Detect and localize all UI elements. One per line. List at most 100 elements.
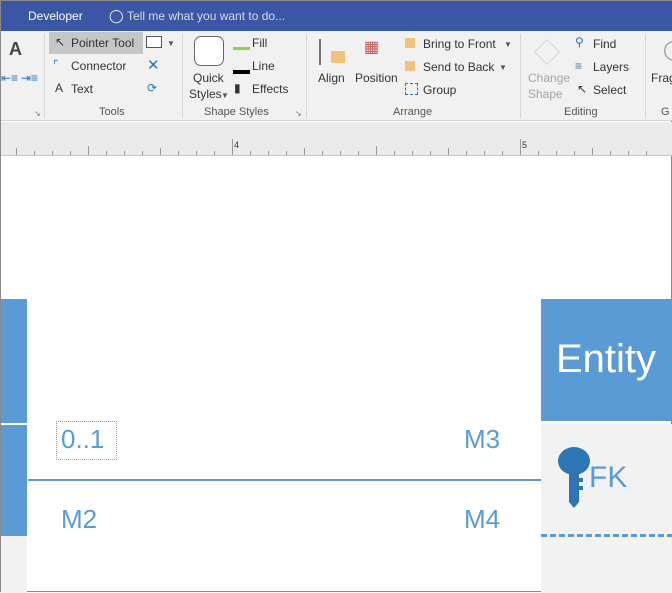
find-button[interactable]: Find [593, 37, 616, 51]
change-shape-button[interactable]: Change [528, 71, 570, 85]
title-bar: Developer ◯ Tell me what you want to do.… [1, 1, 672, 31]
pointer-tool-button[interactable]: ↖ Pointer Tool [49, 32, 143, 54]
left-entity-row[interactable] [1, 425, 27, 536]
position-icon: ▦ [364, 39, 380, 56]
pointer-icon: ↖ [55, 35, 66, 49]
cardinality-label-m2[interactable]: M2 [61, 504, 97, 535]
tab-developer[interactable]: Developer [28, 9, 83, 23]
group-icon [405, 83, 418, 95]
send-to-back-button[interactable]: Send to Back [423, 60, 494, 74]
group-label-arrange: Arrange [393, 106, 433, 118]
lightbulb-icon: ◯ [109, 8, 124, 23]
ruler-tick [358, 151, 359, 155]
change-shape-label: Shape [528, 87, 563, 101]
chevron-down-icon[interactable]: ▼ [167, 39, 175, 48]
text-tool-label: Text [71, 82, 94, 96]
cardinality-label-m4[interactable]: M4 [464, 504, 500, 535]
ruler-tick [448, 148, 449, 155]
line-button[interactable]: Line [252, 59, 275, 73]
entity-title: Entity [556, 337, 657, 381]
ruler-mark: 4 [234, 140, 240, 150]
connector-label: Connector [71, 59, 127, 73]
quick-styles-icon [194, 36, 224, 66]
ruler-tick [196, 151, 197, 155]
fragment-button[interactable]: Frag [651, 71, 672, 85]
connector-icon: ⌜ [53, 58, 59, 72]
ruler-tick [646, 151, 647, 155]
ruler-tick [142, 151, 143, 155]
ruler-tick [592, 148, 593, 155]
horizontal-ruler[interactable]: 4 5 [1, 122, 672, 156]
ruler-tick [340, 151, 341, 155]
ruler-tick [574, 151, 575, 155]
ruler-tick [16, 148, 17, 155]
ruler-tick [106, 151, 107, 155]
layers-icon: ≡ [575, 59, 583, 73]
fill-icon [233, 47, 250, 50]
ruler-tick [160, 148, 161, 155]
relationship-connector[interactable] [28, 479, 541, 481]
ruler-tick [430, 151, 431, 155]
send-to-back-icon [405, 61, 415, 71]
cardinality-label-m3[interactable]: M3 [464, 424, 500, 455]
rectangle-tool-icon[interactable] [146, 36, 162, 48]
ruler-tick [88, 146, 89, 155]
left-entity-body[interactable] [1, 536, 27, 593]
entity-row-separator [541, 534, 672, 537]
layers-button[interactable]: Layers [593, 60, 629, 74]
ruler-tick [394, 151, 395, 155]
delete-connector-icon[interactable]: ✕ [147, 56, 160, 74]
change-shape-icon [534, 39, 560, 65]
effects-button[interactable]: Effects [252, 82, 288, 96]
ruler-tick [52, 151, 53, 155]
line-icon [233, 70, 250, 74]
ruler-tick [286, 151, 287, 155]
ruler-tick [520, 139, 521, 155]
ruler-tick [610, 151, 611, 155]
dialog-launcher-icon[interactable]: ↘ [34, 109, 41, 118]
dialog-launcher-icon[interactable]: ↘ [295, 109, 302, 118]
ruler-tick [628, 151, 629, 155]
group-label-next: G [661, 106, 670, 118]
ruler-mark: 5 [522, 140, 528, 150]
ruler-tick [376, 146, 377, 155]
quick-styles-button[interactable]: Quick [193, 71, 224, 85]
ruler-tick [466, 151, 467, 155]
ruler-tick [232, 139, 233, 155]
fill-button[interactable]: Fill [252, 36, 267, 50]
entity-body[interactable]: FK [541, 424, 672, 593]
ruler-tick [250, 151, 251, 155]
chevron-down-icon: ▼ [221, 91, 229, 100]
group-button[interactable]: Group [423, 83, 456, 97]
ruler-tick [178, 151, 179, 155]
select-icon: ↖ [577, 82, 588, 96]
group-label-tools: Tools [99, 106, 125, 118]
ruler-tick [124, 151, 125, 155]
bring-to-front-button[interactable]: Bring to Front [423, 37, 496, 51]
fragment-icon: ◯ [663, 37, 672, 62]
find-icon: ⚲ [575, 35, 584, 49]
ruler-tick [538, 151, 539, 155]
cardinality-label-0-1[interactable]: 0..1 [61, 424, 104, 455]
effects-icon: ▮ [234, 81, 241, 95]
ruler-tick [214, 151, 215, 155]
ruler-tick [268, 151, 269, 155]
align-button[interactable]: Align [318, 71, 345, 85]
ruler-tick [322, 151, 323, 155]
entity-header[interactable]: Entity [541, 299, 672, 421]
group-label-shape-styles: Shape Styles [204, 106, 269, 118]
decrease-indent-icon[interactable]: ⇤≡ [1, 71, 18, 85]
ruler-tick [304, 148, 305, 155]
font-size-icon[interactable]: A [9, 39, 22, 60]
select-button[interactable]: Select [593, 83, 626, 97]
ruler-tick [412, 151, 413, 155]
rotate-shape-icon[interactable]: ⟳ [147, 81, 157, 95]
position-button[interactable]: Position [355, 71, 398, 85]
increase-indent-icon[interactable]: ⇥≡ [21, 71, 38, 85]
text-icon: A [55, 81, 64, 95]
left-entity-header[interactable] [1, 299, 27, 423]
tell-me-input[interactable]: Tell me what you want to do... [127, 9, 285, 23]
pointer-tool-label: Pointer Tool [71, 36, 135, 50]
fk-label: FK [589, 461, 628, 494]
ruler-tick [502, 151, 503, 155]
